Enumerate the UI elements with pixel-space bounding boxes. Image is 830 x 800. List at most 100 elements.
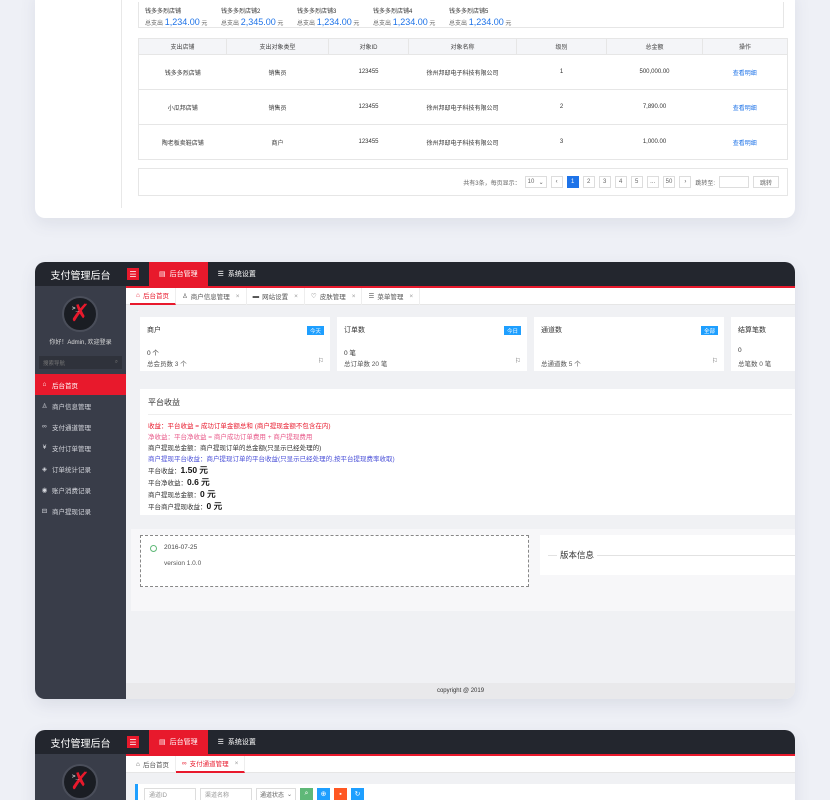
avatar: >_ ✗ xyxy=(62,764,98,800)
page-ellipsis: ... xyxy=(646,176,659,188)
shop-stat: 钱多多烈店铺5 总支出 1,234.00 元 xyxy=(449,6,525,27)
settlement-card: 结算笔数 0 总笔数 0 笔 xyxy=(731,317,795,371)
sidebar-item-consumption[interactable]: ◉ 账户消费记录 xyxy=(35,479,126,500)
close-icon[interactable]: × xyxy=(294,293,298,300)
channel-id-input[interactable]: 通道ID xyxy=(144,787,196,800)
refresh-button[interactable]: ↻ xyxy=(351,787,364,800)
sidebar-item-withdraw[interactable]: ⊟ 商户提现记录 xyxy=(35,500,126,521)
top-nav-label: 系统设置 xyxy=(227,739,256,746)
home-icon: ⌂ xyxy=(42,381,47,388)
sidebar-item-label: 商户提现记录 xyxy=(52,508,91,516)
page-button[interactable]: 1 xyxy=(566,176,579,188)
close-icon[interactable]: × xyxy=(409,293,413,300)
expense-label: 总支出 xyxy=(145,21,164,27)
close-icon[interactable]: × xyxy=(236,293,240,300)
link-icon: ∞ xyxy=(42,423,47,430)
next-page-button[interactable]: › xyxy=(679,176,692,188)
delete-button[interactable]: ▪ xyxy=(334,787,347,800)
app-title: 支付管理后台 xyxy=(50,270,111,282)
trash-icon: ▪ xyxy=(339,790,342,798)
top-nav-settings[interactable]: ☰ 系统设置 xyxy=(208,730,266,754)
table-cell: 3 xyxy=(516,124,607,160)
income-value: 1.50 元 xyxy=(180,465,208,475)
tab-home[interactable]: ⌂ 后台首页 xyxy=(130,755,176,773)
channel-name-input[interactable]: 渠道名称 xyxy=(200,787,252,800)
top-bar: 支付管理后台 ☰ ▤ 后台管理 ☰ 系统设置 xyxy=(35,730,795,754)
page-button[interactable]: 2 xyxy=(582,176,595,188)
sidebar-item-merchant[interactable]: ♙ 商户信息管理 xyxy=(35,395,126,416)
platform-income-panel: 平台收益 收益：平台收益 = 成功订单金额总和 (商户提现金额不包含在内) 净收… xyxy=(140,389,795,515)
tab-channel[interactable]: ∞ 支付通道管理 × xyxy=(175,755,246,773)
page-size-select[interactable]: 10 ⌄ xyxy=(524,176,547,188)
tab-site-settings[interactable]: ▬ 网站设置 × xyxy=(247,287,305,305)
income-value: 0 元 xyxy=(200,489,216,499)
timeline-dot-icon xyxy=(150,545,157,552)
page-button[interactable]: 50 xyxy=(662,176,676,188)
top-nav-admin[interactable]: ▤ 后台管理 xyxy=(149,262,208,286)
sidebar-item-order-stats[interactable]: ◈ 订单统计记录 xyxy=(35,458,126,479)
card-subtext: 总会员数 3 个 xyxy=(147,361,187,368)
app-title: 支付管理后台 xyxy=(50,738,111,750)
jump-button[interactable]: 跳转 xyxy=(752,176,779,188)
view-detail-link[interactable]: 查看明细 xyxy=(702,54,788,90)
shop-stat: 钱多多烈店铺3 总支出 1,234.00 元 xyxy=(297,6,373,27)
tab-label: 支付通道管理 xyxy=(189,761,229,768)
flag-icon: ⚐ xyxy=(514,358,521,365)
shop-stat: 钱多多烈店铺2 总支出 2,345.00 元 xyxy=(221,6,297,27)
shop-name: 钱多多烈店铺4 xyxy=(373,9,413,15)
view-detail-link[interactable]: 查看明细 xyxy=(702,124,788,160)
expense-label: 总支出 xyxy=(297,21,316,27)
page-button[interactable]: 5 xyxy=(630,176,643,188)
search-button[interactable]: ⌕ xyxy=(300,787,313,800)
income-value: 0.6 元 xyxy=(187,477,210,487)
expense-table: 支出店铺 支出对象类型 对象ID 对象名称 级别 总金额 操作 钱多多烈店铺 销… xyxy=(138,38,788,160)
card-value: 0 个 xyxy=(147,350,159,357)
sidebar-item-home[interactable]: ⌂ 后台首页 xyxy=(35,374,126,395)
home-icon: ⌂ xyxy=(136,760,140,768)
expense-amount: 2,345.00 xyxy=(240,17,276,27)
page-size-value: 10 xyxy=(527,179,535,185)
view-detail-link[interactable]: 查看明细 xyxy=(702,89,788,125)
link-icon: ∞ xyxy=(181,759,187,767)
unit: 元 xyxy=(353,21,360,27)
top-nav: ▤ 后台管理 ☰ 系统设置 xyxy=(149,262,266,286)
terminal-prompt-icon: >_ xyxy=(72,305,80,312)
list-icon: ☰ xyxy=(217,271,224,278)
tab-bar: ⌂ 后台首页 ∞ 支付通道管理 × xyxy=(126,755,795,773)
top-nav-settings[interactable]: ☰ 系统设置 xyxy=(208,262,266,286)
card-subtext: 总通道数 5 个 xyxy=(541,361,581,368)
sidebar-item-channel[interactable]: ∞ 支付通道管理 xyxy=(35,416,126,437)
close-icon[interactable]: × xyxy=(352,293,356,300)
top-nav-label: 后台管理 xyxy=(169,271,198,278)
income-value-row: 平台商户提现收益：0 元 xyxy=(148,501,792,513)
channel-management-window: 支付管理后台 ☰ ▤ 后台管理 ☰ 系统设置 >_ ✗ ⌂ 后台首页 ∞ 支付通道管理 ×… xyxy=(35,730,795,800)
document-icon: ▤ xyxy=(159,271,166,278)
sidebar-item-orders[interactable]: ¥ 支付订单管理 xyxy=(35,437,126,458)
user-icon: ♙ xyxy=(181,293,188,300)
page-button[interactable]: 4 xyxy=(614,176,627,188)
prev-page-button[interactable]: ‹ xyxy=(550,176,563,188)
tab-bar: ⌂ 后台首页 ♙ 商户信息管理 × ▬ 网站设置 × ♡ 皮肤管理 × ☰ 菜单管理 × xyxy=(126,287,795,305)
table-cell: 陶老板卖鞋店铺 xyxy=(138,124,227,160)
column-header: 支出店铺 xyxy=(138,38,227,55)
tab-skin[interactable]: ♡ 皮肤管理 × xyxy=(305,287,363,305)
card-subtext: 总订单数 20 笔 xyxy=(344,361,388,368)
column-header: 支出对象类型 xyxy=(226,38,329,55)
search-placeholder: 搜索导航 xyxy=(43,360,66,367)
card-value: 0 xyxy=(738,347,742,354)
jump-page-input[interactable] xyxy=(718,176,749,188)
tab-menu[interactable]: ☰ 菜单管理 × xyxy=(362,287,421,305)
add-button[interactable]: ⊕ xyxy=(317,787,330,800)
version-section: 2016-07-25 version 1.0.0 版本信息 xyxy=(131,529,795,611)
page-button[interactable]: 3 xyxy=(598,176,611,188)
tab-merchant[interactable]: ♙ 商户信息管理 × xyxy=(176,287,247,305)
close-icon[interactable]: × xyxy=(235,760,239,767)
nav-search-input[interactable]: 搜索导航 ⌕ xyxy=(39,356,122,369)
pagination-summary: 共有3条，每页显示： xyxy=(463,180,521,187)
menu-toggle-icon[interactable]: ☰ xyxy=(127,736,139,748)
tab-home[interactable]: ⌂ 后台首页 xyxy=(130,287,176,305)
top-nav-admin[interactable]: ▤ 后台管理 xyxy=(149,730,208,754)
channel-status-select[interactable]: 通道状态 ⌄ xyxy=(256,787,296,800)
shop-stat: 钱多多烈店铺4 总支出 1,234.00 元 xyxy=(373,6,449,27)
menu-toggle-icon[interactable]: ☰ xyxy=(127,268,139,280)
